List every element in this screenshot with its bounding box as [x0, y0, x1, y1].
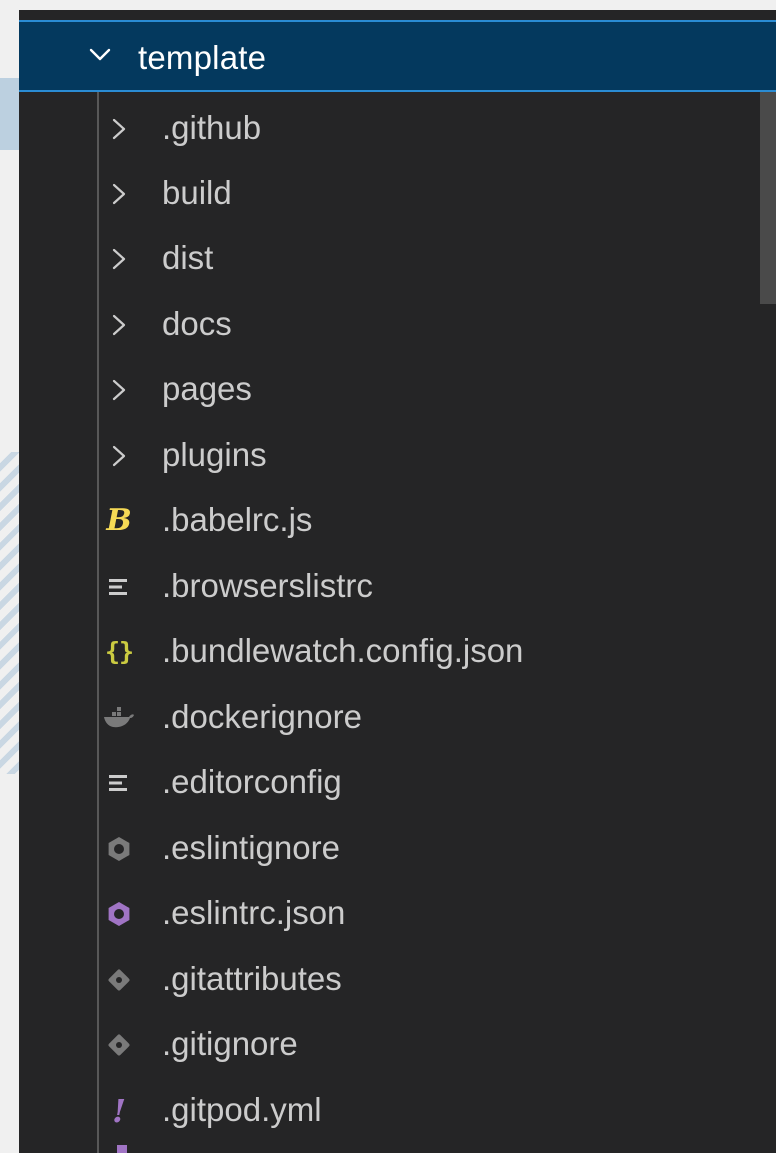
folder-item-plugins[interactable]: plugins: [19, 423, 759, 488]
file-label: .babelrc.js: [162, 501, 313, 538]
vertical-scrollbar-thumb[interactable]: [760, 92, 776, 304]
chevron-down-icon: [89, 47, 111, 63]
file-label: .gitpod.yml: [162, 1091, 322, 1128]
eslint-icon: [103, 833, 135, 865]
file-item-gitattributes[interactable]: .gitattributes: [19, 947, 759, 1012]
file-label: .eslintrc.json: [162, 894, 346, 931]
file-item-babelrc[interactable]: B .babelrc.js: [19, 488, 759, 553]
json-braces-icon: {}: [104, 637, 134, 666]
file-item-gitignore[interactable]: .gitignore: [19, 1012, 759, 1077]
file-item-gitpod-yml[interactable]: ! .gitpod.yml: [19, 1078, 759, 1143]
chevron-right-icon: [103, 243, 135, 275]
file-label: .github: [162, 109, 262, 146]
file-label: .editorconfig: [162, 763, 342, 800]
eslint-icon: [103, 898, 135, 930]
file-item-eslintrc-json[interactable]: .eslintrc.json: [19, 881, 759, 946]
lines-icon: [103, 767, 135, 799]
file-label: pages: [162, 370, 252, 407]
explorer-root-folder-template[interactable]: template: [19, 20, 776, 92]
yaml-icon: !: [111, 1092, 127, 1130]
file-item-editorconfig[interactable]: .editorconfig: [19, 750, 759, 815]
file-label: build: [162, 174, 232, 211]
file-item-bundlewatch-config[interactable]: {} .bundlewatch.config.json: [19, 619, 759, 684]
file-label: .dockerignore: [162, 698, 362, 735]
folder-item-dist[interactable]: dist: [19, 226, 759, 291]
file-label: docs: [162, 305, 232, 342]
file-label: .gitignore: [162, 1025, 298, 1062]
folder-item-github[interactable]: .github: [19, 96, 759, 161]
git-icon: [103, 1029, 135, 1061]
file-item-dockerignore[interactable]: .dockerignore: [19, 685, 759, 750]
git-icon: [103, 964, 135, 996]
file-label: dist: [162, 239, 214, 276]
file-item-eslintignore[interactable]: .eslintignore: [19, 816, 759, 881]
file-label: .browserslistrc: [162, 567, 373, 604]
partial-next-item-icon: [117, 1145, 127, 1153]
file-label: plugins: [162, 436, 267, 473]
babel-icon: B: [106, 503, 132, 538]
chevron-right-icon: [103, 440, 135, 472]
folder-item-build[interactable]: build: [19, 161, 759, 226]
screenshot-stage: template .github build dist docs pages p…: [0, 0, 776, 1153]
file-item-browserslistrc[interactable]: .browserslistrc: [19, 554, 759, 619]
root-folder-label: template: [138, 39, 267, 76]
chevron-right-icon: [103, 178, 135, 210]
docker-icon: [103, 702, 135, 734]
file-label: .gitattributes: [162, 960, 342, 997]
file-explorer-panel: template .github build dist docs pages p…: [19, 10, 776, 1153]
folder-item-docs[interactable]: docs: [19, 292, 759, 357]
lines-icon: [103, 571, 135, 603]
folder-item-pages[interactable]: pages: [19, 357, 759, 422]
file-label: .bundlewatch.config.json: [162, 632, 524, 669]
chevron-right-icon: [103, 309, 135, 341]
chevron-right-icon: [103, 113, 135, 145]
chevron-right-icon: [103, 374, 135, 406]
file-label: .eslintignore: [162, 829, 340, 866]
